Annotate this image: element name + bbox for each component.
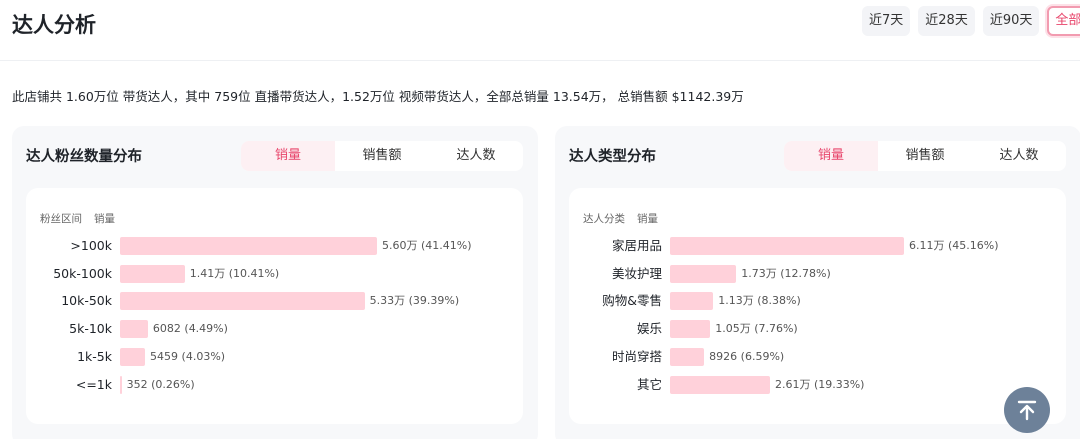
type-distribution-panel: 达人类型分布 销量 销售额 达人数 达人分类 销量 家居用品 6.11万 (45.1… [555,126,1080,439]
value-label: 8926 (6.59%) [709,349,785,363]
column-header-value: 销量 [637,213,658,225]
bar-row: 购物&零售 1.13万 (8.38%) [569,291,1066,319]
range-7d-button[interactable]: 近7天 [862,6,911,36]
summary-text: 此店铺共 1.60万位 带货达人，其中 759位 直播带货达人，1.52万位 视… [12,89,744,104]
bar[interactable] [120,320,148,339]
value-label: 1.05万 (7.76%) [715,322,798,336]
bar[interactable] [670,320,711,339]
bar[interactable] [670,264,737,283]
column-header-label: 粉丝区间 [40,213,82,225]
column-headers: 达人分类 销量 [583,211,658,226]
range-90d-button[interactable]: 近90天 [982,6,1040,36]
bar-row: 家居用品 6.11万 (45.16%) [569,236,1066,264]
bar-row: 1k-5k 5459 (4.03%) [26,347,523,375]
bar-row: 其它 2.61万 (19.33%) [569,375,1066,403]
bar[interactable] [120,237,377,255]
bar-row: 10k-50k 5.33万 (39.39%) [26,291,523,319]
arrow-up-to-line-icon [1017,400,1037,421]
bar[interactable] [120,292,365,311]
column-header-label: 达人分类 [583,213,625,225]
category-label: <=1k [75,376,112,392]
category-label: 其它 [636,376,662,392]
bar[interactable] [120,264,185,283]
bar-row: 5k-10k 6082 (4.49%) [26,319,523,347]
column-headers: 粉丝区间 销量 [40,211,115,226]
value-label: 6.11万 (45.16%) [909,239,999,252]
category-label: 50k-100k [53,265,112,281]
range-28d-button[interactable]: 近28天 [918,6,975,36]
header-divider [0,60,1080,61]
types-bar-chart: 家居用品 6.11万 (45.16%) 美妆护理 1.73万 (12.78%) 购物&零… [569,236,1066,416]
bar-row: >100k 5.60万 (41.41%) [26,236,523,264]
bar[interactable] [670,237,904,255]
value-label: 352 (0.26%) [126,377,195,391]
category-label: 购物&零售 [602,293,662,309]
bar-row: 时尚穿搭 8926 (6.59%) [569,347,1066,375]
bar-row: 50k-100k 1.41万 (10.41%) [26,264,523,292]
category-label: 5k-10k [69,321,112,337]
value-label: 5.60万 (41.41%) [382,239,472,252]
category-label: 时尚穿搭 [611,348,662,364]
panel-title: 达人粉丝数量分布 [26,149,142,165]
page-title: 达人分析 [12,13,96,37]
value-label: 5459 (4.03%) [150,349,226,363]
category-label: 美妆护理 [611,265,662,281]
value-label: 2.61万 (19.33%) [774,377,865,391]
chart-card: 达人分类 销量 家居用品 6.11万 (45.16%) 美妆护理 1.73万 (12.7… [569,188,1066,424]
bar[interactable] [670,375,770,394]
value-label: 5.33万 (39.39%) [369,294,460,308]
category-label: 1k-5k [77,348,112,364]
bar-row: <=1k 352 (0.26%) [26,375,523,403]
column-header-value: 销量 [94,213,115,225]
fans-bar-chart: >100k 5.60万 (41.41%) 50k-100k 1.41万 (10.41%… [26,236,523,416]
tab-sales-amount[interactable]: 销售额 [335,141,429,171]
time-range-selector: 近7天 近28天 近90天 全部 [862,6,1080,36]
value-label: 1.13万 (8.38%) [718,294,801,308]
chart-card: 粉丝区间 销量 >100k 5.60万 (41.41%) 50k-100k 1.41万 … [26,188,523,424]
panel-title: 达人类型分布 [569,149,656,165]
range-all-button[interactable]: 全部 [1047,6,1080,36]
metric-tabs: 销量 销售额 达人数 [241,141,523,171]
tab-sales-amount[interactable]: 销售额 [878,141,972,171]
category-label: >100k [70,238,112,253]
metric-tabs: 销量 销售额 达人数 [784,141,1066,171]
bar-row: 娱乐 1.05万 (7.76%) [569,319,1066,347]
tab-sales-volume[interactable]: 销量 [241,141,335,171]
tab-creator-count[interactable]: 达人数 [972,141,1066,171]
bar[interactable] [670,292,714,311]
bar-row: 美妆护理 1.73万 (12.78%) [569,264,1066,292]
tab-sales-volume[interactable]: 销量 [784,141,878,171]
category-label: 10k-50k [61,293,112,309]
value-label: 6082 (4.49%) [152,322,228,336]
scroll-to-top-button[interactable] [1004,387,1050,433]
category-label: 家居用品 [611,238,662,253]
fans-distribution-panel: 达人粉丝数量分布 销量 销售额 达人数 粉丝区间 销量 >100k 5.60万 (4… [12,126,538,439]
category-label: 娱乐 [636,321,662,337]
bar[interactable] [670,347,705,366]
tab-creator-count[interactable]: 达人数 [429,141,523,171]
value-label: 1.73万 (12.78%) [741,266,831,280]
bar[interactable] [120,347,146,366]
bar[interactable] [120,375,122,394]
value-label: 1.41万 (10.41%) [189,266,280,280]
